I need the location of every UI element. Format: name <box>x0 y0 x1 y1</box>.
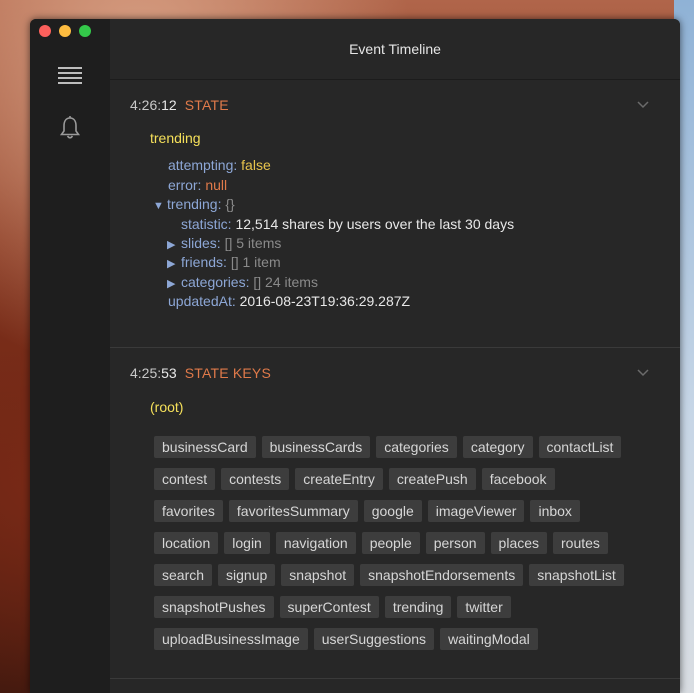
state-key-chip[interactable]: snapshotEndorsements <box>360 564 524 586</box>
state-key-chip[interactable]: search <box>154 564 213 586</box>
tree-row-updatedat: updatedAt: 2016-08-23T19:36:29.287Z <box>168 293 411 309</box>
state-key-chip[interactable]: uploadBusinessImage <box>154 628 308 650</box>
state-key-chip[interactable]: snapshotList <box>529 564 624 586</box>
state-key-chip[interactable]: people <box>361 532 420 554</box>
window-minimize-button[interactable] <box>59 25 71 37</box>
tree-row-friends[interactable]: ▶ friends: [] 1 item <box>167 254 281 270</box>
window-title: Event Timeline <box>110 19 680 80</box>
state-key-chip[interactable]: category <box>462 436 533 458</box>
state-key-chip[interactable]: twitter <box>457 596 511 618</box>
state-key-chip[interactable]: contest <box>154 468 216 490</box>
state-key-chip[interactable]: person <box>425 532 485 554</box>
state-key-chip[interactable]: navigation <box>275 532 356 554</box>
state-key-chip[interactable]: snapshot <box>281 564 355 586</box>
chevron-down-icon[interactable] <box>636 368 650 378</box>
tree-row-statistic: statistic: 12,514 shares by users over t… <box>181 216 515 232</box>
state-key-chip[interactable]: createEntry <box>295 468 383 490</box>
state-key-chip[interactable]: snapshotPushes <box>154 596 274 618</box>
state-key-chip[interactable]: favorites <box>154 500 223 522</box>
collapsed-triangle-icon[interactable]: ▶ <box>167 238 181 251</box>
event-type: STATE KEYS <box>184 365 271 381</box>
state-root-name: trending <box>150 130 201 146</box>
tree-row-categories[interactable]: ▶ categories: [] 24 items <box>167 274 318 290</box>
state-key-chip[interactable]: places <box>490 532 548 554</box>
main-panel: Event Timeline 4:26:12 STATE trending att… <box>110 19 680 693</box>
event-header: 4:26:12 STATE <box>130 97 229 113</box>
tree-row-slides[interactable]: ▶ slides: [] 5 items <box>167 235 281 251</box>
state-key-chip[interactable]: contactList <box>538 436 622 458</box>
collapsed-triangle-icon[interactable]: ▶ <box>167 277 181 290</box>
event-header: 4:25:53 STATE KEYS <box>130 365 271 381</box>
state-key-chip[interactable]: imageViewer <box>427 500 525 522</box>
state-key-chip[interactable]: google <box>363 500 422 522</box>
state-key-chip[interactable]: businessCards <box>261 436 371 458</box>
chevron-down-icon[interactable] <box>636 100 650 110</box>
event-time: 4:26:12 <box>130 97 177 113</box>
expanded-triangle-icon[interactable]: ▼ <box>153 200 167 212</box>
state-key-chip[interactable]: inbox <box>530 500 580 522</box>
state-key-chip[interactable]: trending <box>384 596 452 618</box>
state-key-chip[interactable]: location <box>154 532 219 554</box>
state-key-chip[interactable]: contests <box>221 468 290 490</box>
state-key-chip[interactable]: superContest <box>279 596 379 618</box>
state-key-chip[interactable]: businessCard <box>154 436 256 458</box>
state-key-chip[interactable]: categories <box>376 436 457 458</box>
window-close-button[interactable] <box>39 25 51 37</box>
menu-icon[interactable] <box>57 63 83 89</box>
event-time: 4:25:53 <box>130 365 177 381</box>
collapsed-triangle-icon[interactable]: ▶ <box>167 257 181 270</box>
state-keys-list: businessCard businessCards categories categ… <box>154 436 634 660</box>
tree-row-attempting: attempting: false <box>168 157 271 173</box>
timeline-event-state-keys[interactable]: 4:25:53 STATE KEYS (root) businessCard bus… <box>110 348 680 679</box>
sidebar <box>30 19 111 693</box>
state-key-chip[interactable]: login <box>224 532 270 554</box>
state-key-chip[interactable]: createPush <box>388 468 476 490</box>
bell-icon[interactable] <box>57 115 83 141</box>
state-key-chip[interactable]: signup <box>218 564 276 586</box>
state-key-chip[interactable]: waitingModal <box>440 628 538 650</box>
tree-row-trending[interactable]: ▼ trending: {} <box>153 196 235 212</box>
event-type: STATE <box>184 97 229 113</box>
window-maximize-button[interactable] <box>79 25 91 37</box>
state-key-chip[interactable]: userSuggestions <box>313 628 435 650</box>
tree-row-error: error: null <box>168 177 228 193</box>
state-key-chip[interactable]: facebook <box>481 468 555 490</box>
state-keys-root: (root) <box>150 399 184 415</box>
app-window: Event Timeline 4:26:12 STATE trending att… <box>30 19 680 693</box>
state-key-chip[interactable]: favoritesSummary <box>228 500 358 522</box>
timeline-event-state[interactable]: 4:26:12 STATE trending attempting: false … <box>110 80 680 348</box>
state-key-chip[interactable]: routes <box>553 532 608 554</box>
